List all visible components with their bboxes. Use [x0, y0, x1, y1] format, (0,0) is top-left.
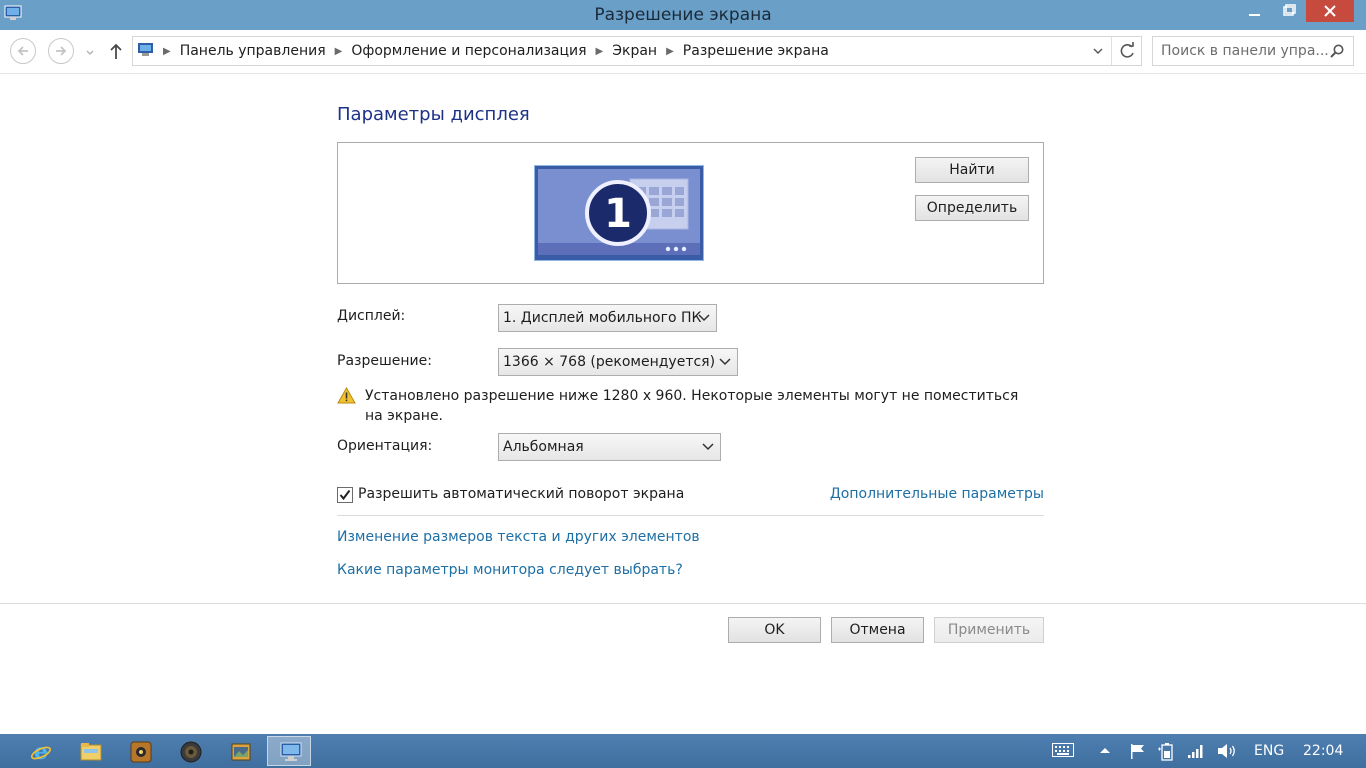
breadcrumb-display[interactable]: Экран — [612, 43, 657, 59]
maximize-button[interactable] — [1275, 0, 1303, 22]
search-box[interactable] — [1152, 36, 1354, 66]
footer-divider — [0, 603, 1366, 604]
resolution-select-value: 1366 × 768 (рекомендуется) — [503, 354, 716, 370]
media-app-icon[interactable] — [118, 736, 162, 766]
chevron-down-icon[interactable] — [1091, 45, 1105, 57]
cancel-button[interactable]: Отмена — [831, 617, 924, 643]
checkmark-icon — [339, 489, 351, 501]
advanced-settings-link[interactable]: Дополнительные параметры — [830, 486, 1044, 502]
speaker-app-icon[interactable] — [168, 736, 212, 766]
identify-button[interactable]: Определить — [915, 195, 1029, 221]
window-title: Разрешение экрана — [594, 5, 772, 25]
auto-rotate-label[interactable]: Разрешить автоматический поворот экрана — [358, 486, 684, 502]
file-explorer-icon[interactable] — [68, 736, 112, 766]
volume-icon[interactable] — [1216, 743, 1236, 759]
page-title: Параметры дисплея — [337, 104, 530, 125]
monitor-arrangement-panel: 1 Найти Определить — [337, 142, 1044, 284]
ok-button[interactable]: OK — [728, 617, 821, 643]
chevron-down-icon — [719, 358, 731, 366]
breadcrumb-appearance[interactable]: Оформление и персонализация — [351, 43, 586, 59]
display-label: Дисплей: — [337, 308, 406, 324]
orientation-select[interactable]: Альбомная — [498, 433, 721, 461]
touch-keyboard-icon[interactable] — [1052, 743, 1074, 759]
up-button[interactable] — [106, 40, 126, 62]
title-bar: Разрешение экрана — [0, 0, 1366, 30]
back-button[interactable] — [10, 38, 36, 64]
text-size-link[interactable]: Изменение размеров текста и других элеме… — [337, 529, 700, 545]
breadcrumb-separator-icon[interactable]: ▶ — [163, 46, 171, 57]
breadcrumb-separator-icon[interactable]: ▶ — [596, 46, 604, 57]
breadcrumb-screen-resolution[interactable]: Разрешение экрана — [683, 43, 829, 59]
resolution-warning-text: Установлено разрешение ниже 1280 x 960. … — [365, 388, 1019, 424]
show-hidden-icons-icon[interactable] — [1098, 743, 1118, 759]
clock[interactable]: 22:04 — [1303, 743, 1343, 759]
minimize-button[interactable] — [1242, 0, 1268, 22]
search-icon[interactable] — [1329, 43, 1345, 59]
photo-app-icon[interactable] — [218, 736, 262, 766]
navigation-bar: ▶ Панель управления ▶ Оформление и персо… — [0, 30, 1366, 74]
refresh-button[interactable] — [1111, 37, 1141, 65]
breadcrumb-separator-icon[interactable]: ▶ — [335, 46, 343, 57]
chevron-down-icon — [698, 314, 710, 322]
taskbar: e ENG 22:04 — [0, 734, 1366, 768]
resolution-select[interactable]: 1366 × 768 (рекомендуется) — [498, 348, 738, 376]
monitor-help-link[interactable]: Какие параметры монитора следует выбрать… — [337, 562, 683, 578]
monitor-number-label: 1 — [604, 191, 632, 237]
breadcrumb-control-panel[interactable]: Панель управления — [180, 43, 326, 59]
display-select[interactable]: 1. Дисплей мобильного ПК — [498, 304, 717, 332]
language-indicator[interactable]: ENG — [1254, 743, 1284, 759]
orientation-select-value: Альбомная — [503, 439, 584, 455]
breadcrumb-separator-icon[interactable]: ▶ — [666, 46, 674, 57]
forward-button[interactable] — [48, 38, 74, 64]
monitor-1-thumbnail[interactable]: 1 — [534, 165, 704, 261]
display-settings-icon[interactable] — [267, 736, 311, 766]
display-select-value: 1. Дисплей мобильного ПК — [503, 310, 702, 326]
address-bar[interactable]: ▶ Панель управления ▶ Оформление и персо… — [132, 36, 1142, 66]
battery-icon[interactable] — [1158, 743, 1178, 761]
find-button[interactable]: Найти — [915, 157, 1029, 183]
chevron-down-icon — [702, 443, 714, 451]
search-input[interactable] — [1161, 43, 1329, 59]
close-button[interactable] — [1306, 0, 1354, 22]
control-panel-icon — [137, 42, 155, 58]
apply-button[interactable]: Применить — [934, 617, 1044, 643]
resolution-label: Разрешение: — [337, 353, 432, 369]
warning-icon — [337, 386, 356, 404]
network-signal-icon[interactable] — [1187, 743, 1207, 759]
divider — [337, 515, 1044, 516]
orientation-label: Ориентация: — [337, 438, 433, 454]
recent-locations-dropdown[interactable] — [84, 46, 96, 58]
auto-rotate-checkbox[interactable] — [337, 487, 353, 503]
breadcrumb: ▶ Панель управления ▶ Оформление и персо… — [163, 43, 829, 59]
internet-explorer-icon[interactable]: e — [18, 736, 62, 766]
action-center-flag-icon[interactable] — [1129, 743, 1149, 759]
